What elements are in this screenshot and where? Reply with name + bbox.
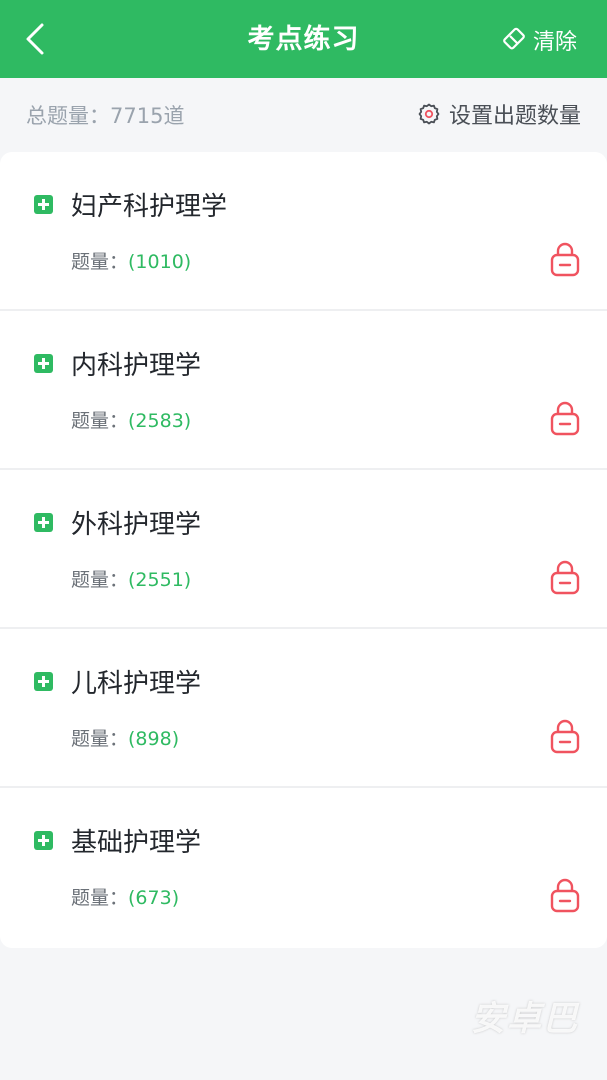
- subject-list: 妇产科护理学 题量：(1010) 内科护理学 题量：(2583) 外科护理学 题…: [0, 152, 607, 948]
- count-label: 题量：: [71, 728, 129, 750]
- count-label: 题量：: [71, 251, 129, 273]
- lock-icon: [550, 242, 580, 277]
- count-value: (673): [128, 887, 180, 909]
- list-item[interactable]: 儿科护理学 题量：(898): [0, 629, 607, 788]
- lock-icon: [550, 401, 580, 436]
- expand-plus-icon[interactable]: [34, 831, 53, 850]
- set-question-count-button[interactable]: 设置出题数量: [417, 98, 581, 130]
- gear-icon: [418, 103, 440, 125]
- count-value: (2583): [128, 410, 192, 432]
- item-title: 内科护理学: [71, 351, 202, 381]
- expand-plus-icon[interactable]: [34, 672, 53, 691]
- expand-plus-icon[interactable]: [34, 513, 53, 532]
- count-value: (2551): [128, 569, 192, 591]
- item-title: 儿科护理学: [71, 669, 202, 699]
- count-label: 题量：: [71, 410, 129, 432]
- list-item[interactable]: 外科护理学 题量：(2551): [0, 470, 607, 629]
- list-item[interactable]: 内科护理学 题量：(2583): [0, 311, 607, 470]
- eraser-icon: [503, 27, 525, 50]
- clear-button[interactable]: 清除: [501, 22, 577, 58]
- expand-plus-icon[interactable]: [34, 354, 53, 373]
- item-count-row: 题量：(898): [71, 724, 179, 751]
- clear-label: 清除: [532, 30, 577, 55]
- item-title: 外科护理学: [71, 510, 202, 540]
- count-value: (1010): [128, 251, 192, 273]
- list-item[interactable]: 基础护理学 题量：(673): [0, 788, 607, 947]
- lock-icon: [550, 719, 580, 754]
- expand-plus-icon[interactable]: [34, 195, 53, 214]
- count-label: 题量：: [71, 569, 129, 591]
- list-item[interactable]: 妇产科护理学 题量：(1010): [0, 152, 607, 311]
- item-count-row: 题量：(2583): [71, 406, 191, 433]
- item-count-row: 题量：(1010): [71, 247, 191, 274]
- item-count-row: 题量：(2551): [71, 565, 191, 592]
- summary-bar: 总题量：7715道 设置出题数量: [0, 78, 607, 152]
- count-value: (898): [128, 728, 180, 750]
- settings-label: 设置出题数量: [448, 104, 581, 129]
- count-label: 题量：: [71, 887, 129, 909]
- lock-icon: [550, 560, 580, 595]
- app-header: 考点练习 清除: [0, 0, 607, 78]
- item-title: 妇产科护理学: [71, 192, 228, 222]
- item-title: 基础护理学: [71, 828, 202, 858]
- lock-icon: [550, 878, 580, 913]
- watermark-logo: 安卓巴: [471, 999, 579, 1039]
- item-count-row: 题量：(673): [71, 883, 179, 910]
- total-question-count: 总题量：7715道: [26, 104, 185, 128]
